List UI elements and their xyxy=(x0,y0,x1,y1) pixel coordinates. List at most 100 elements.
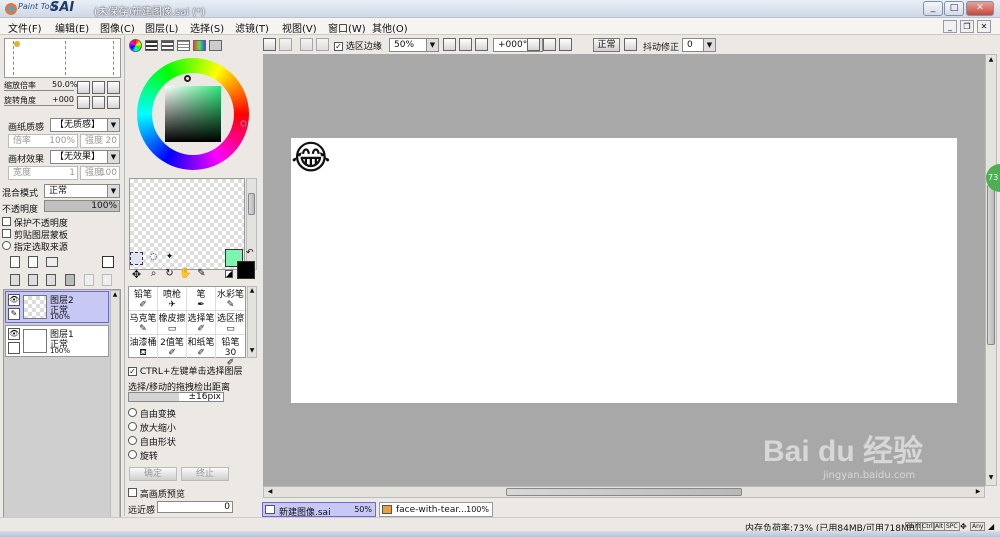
effect-strength-field[interactable]: 强度 100 xyxy=(80,166,120,180)
swap-colors-icon[interactable]: ↶ xyxy=(246,248,254,258)
scrollbar-thumb[interactable] xyxy=(248,193,255,215)
undo-icon[interactable] xyxy=(263,38,276,51)
tool-select-eraser[interactable]: 选区擦 ▭ xyxy=(216,311,245,335)
toolbar-rotate-right-icon[interactable] xyxy=(543,38,556,51)
tool-washi-pen[interactable]: 和纸笔 ✐ xyxy=(187,335,216,359)
zoom-reset-button[interactable] xyxy=(107,81,120,94)
toolbar-rotate-reset-icon[interactable] xyxy=(559,38,572,51)
saturation-value-square[interactable] xyxy=(165,86,221,142)
nav-rotate-slider[interactable] xyxy=(4,105,74,109)
canvas-area[interactable]: 😂 Bai du 经验 jingyan.baidu.com xyxy=(263,54,985,486)
scratchpad-tab-icon[interactable] xyxy=(209,40,222,51)
transform-rotate[interactable]: 旋转 xyxy=(128,449,158,462)
canvas-document[interactable]: 😂 xyxy=(291,138,957,403)
doc-tab-new-image[interactable]: 新建图像.sai 50% xyxy=(262,502,376,518)
menu-edit[interactable]: 编辑(E) xyxy=(55,20,89,35)
ctrl-click-select-option[interactable]: ✓ CTRL+左键单击选择图层 xyxy=(128,364,242,377)
eye-icon[interactable]: 👁 xyxy=(8,294,20,306)
tool-pen[interactable]: 笔 ✒ xyxy=(187,287,216,311)
checkbox[interactable] xyxy=(2,229,11,238)
rgb-slider-tab-icon[interactable] xyxy=(145,40,158,51)
paper-scale-field[interactable]: 倍率 100% xyxy=(8,134,78,148)
menu-select[interactable]: 选择(S) xyxy=(190,20,224,35)
rotate-tool-icon[interactable]: ↻ xyxy=(163,268,176,281)
menu-other[interactable]: 其他(O) xyxy=(372,20,408,35)
rotate-left-button[interactable] xyxy=(77,96,90,109)
blend-normal-button[interactable]: 正常 xyxy=(593,38,620,52)
nav-zoom-slider[interactable] xyxy=(4,90,74,94)
sv-cursor[interactable] xyxy=(184,75,191,82)
radio[interactable] xyxy=(128,450,137,459)
selection-edge-option[interactable]: ✓ 选区边缘 xyxy=(334,39,382,52)
menu-layer[interactable]: 图层(L) xyxy=(145,20,178,35)
stabilizer-select[interactable]: 0 ▼ xyxy=(682,38,716,52)
toolbar-rotate-left-icon[interactable] xyxy=(527,38,540,51)
transfer-down-icon[interactable] xyxy=(10,274,20,286)
menu-filter[interactable]: 滤镜(T) xyxy=(235,20,269,35)
rotate-right-button[interactable] xyxy=(92,96,105,109)
background-color-swatch[interactable] xyxy=(237,261,255,279)
tool-pencil30[interactable]: 铅笔30 ✐ xyxy=(216,335,245,368)
scroll-right-icon[interactable]: ▶ xyxy=(973,487,983,497)
hsv-slider-tab-icon[interactable] xyxy=(161,40,174,51)
opacity-slider[interactable]: 100% xyxy=(44,200,120,212)
reset-colors-icon[interactable] xyxy=(225,270,233,278)
magic-wand-icon[interactable]: ✦ xyxy=(163,252,176,265)
scroll-left-icon[interactable]: ◀ xyxy=(265,487,275,497)
marquee-tool-icon[interactable] xyxy=(130,252,143,265)
checkbox[interactable] xyxy=(2,217,11,226)
doc-tab-face-with-tears[interactable]: face-with-tear... 100% xyxy=(379,502,493,517)
new-folder-icon[interactable] xyxy=(46,257,58,267)
mdi-close-button[interactable]: ✕ xyxy=(977,20,991,33)
checkbox-checked[interactable]: ✓ xyxy=(334,42,343,51)
transform-ok-button[interactable]: 确定 xyxy=(129,467,177,481)
canvas-vscrollbar[interactable]: ▲ ▼ xyxy=(985,54,997,486)
flip-horizontal-icon[interactable] xyxy=(624,38,637,51)
layer-mask-icon[interactable] xyxy=(102,256,114,268)
transform-scale[interactable]: 放大缩小 xyxy=(128,421,176,434)
hue-cursor[interactable] xyxy=(240,120,247,127)
move-tool-icon[interactable]: ✥ xyxy=(130,268,143,281)
tool-select-pen[interactable]: 选择笔 ✐ xyxy=(187,311,216,335)
zoom-in-button[interactable] xyxy=(92,81,105,94)
minimize-button[interactable]: _ xyxy=(923,1,943,16)
zoom-out-button[interactable] xyxy=(77,81,90,94)
merge-down-icon[interactable] xyxy=(28,274,38,286)
layer-list-scrollbar[interactable]: ▲ ▼ xyxy=(110,290,120,537)
navigator-preview[interactable] xyxy=(4,38,121,78)
brush-effect-select[interactable]: 【无效果】 ▼ xyxy=(50,150,120,164)
menu-image[interactable]: 图像(C) xyxy=(100,20,135,35)
checkbox-checked[interactable]: ✓ xyxy=(128,367,137,376)
color-wheel-tab-icon[interactable] xyxy=(129,39,142,52)
maximize-button[interactable]: □ xyxy=(944,1,964,16)
paper-texture-select[interactable]: 【无质感】 ▼ xyxy=(50,118,120,132)
toolbar-zoom-reset-icon[interactable] xyxy=(475,38,488,51)
zoom-tool-icon[interactable]: ⌕ xyxy=(147,268,160,281)
scrollbar-thumb[interactable] xyxy=(987,185,995,345)
rotate-reset-button[interactable] xyxy=(107,96,120,109)
toolbar-zoom-out-icon[interactable] xyxy=(443,38,456,51)
swatches-tab-icon[interactable] xyxy=(193,40,206,51)
tool-binary-pen[interactable]: 2值笔 ✐ xyxy=(158,335,187,359)
mdi-minimize-button[interactable]: _ xyxy=(943,20,957,33)
scrollbar-thumb[interactable] xyxy=(506,488,742,496)
radio[interactable] xyxy=(128,422,137,431)
option-selection-source[interactable]: 指定选取来源 xyxy=(2,240,68,253)
tool-airbrush[interactable]: 喷枪 ✈ xyxy=(158,287,187,311)
eye-icon[interactable]: 👁 xyxy=(8,328,20,340)
delete-layer-icon[interactable] xyxy=(65,274,75,286)
close-button[interactable]: ✕ xyxy=(966,1,994,16)
menu-view[interactable]: 视图(V) xyxy=(282,20,317,35)
new-layer-icon[interactable] xyxy=(10,256,20,268)
tool-eraser[interactable]: 橡皮擦 ▭ xyxy=(158,311,187,335)
mixer-tab-icon[interactable] xyxy=(177,40,190,51)
drag-distance-slider[interactable]: ±16pix xyxy=(128,392,224,402)
perspective-field[interactable]: 0 xyxy=(157,501,233,513)
new-vector-layer-icon[interactable] xyxy=(28,256,38,268)
layer-row-layer1[interactable]: 👁 图层1 正常 100% xyxy=(5,325,109,357)
checkbox[interactable] xyxy=(128,488,137,497)
transform-cancel-button[interactable]: 终止 xyxy=(181,467,229,481)
brush-lock-icon[interactable]: ✎ xyxy=(8,308,20,320)
menu-file[interactable]: 文件(F) xyxy=(8,20,42,35)
transform-free[interactable]: 自由变换 xyxy=(128,407,176,420)
